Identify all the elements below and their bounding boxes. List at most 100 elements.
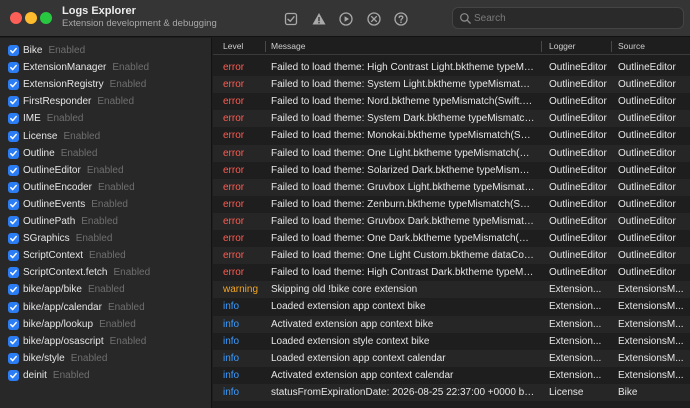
sidebar-logger-item[interactable]: bike/app/calendar Enabled [8,299,145,316]
sidebar-logger-item[interactable]: bike/app/bike Enabled [8,281,125,298]
table-row[interactable]: warning Skipping old !bike core extension… [213,281,690,299]
warning-icon[interactable] [311,11,327,27]
table-row[interactable]: info Loaded extension app context calenda… [213,349,690,367]
log-message: Failed to load theme: System Light.bkthe… [271,79,535,91]
table-row[interactable]: error Failed to load theme: One Light Cus… [213,247,690,265]
sidebar-logger-item[interactable]: ScriptContext Enabled [8,247,126,264]
log-message: Failed to load theme: One Light.bktheme … [271,147,535,159]
table-row[interactable]: info Loaded extension style context bike E… [213,333,690,350]
close-window-button[interactable] [10,12,22,24]
table-row[interactable]: info Activated extension app context bike… [213,315,690,333]
column-divider[interactable] [265,41,266,52]
sidebar-logger-item[interactable]: bike/style Enabled [8,350,107,367]
checkbox-icon[interactable] [8,267,19,279]
log-message: Failed to load theme: Gruvbox Dark.bkthe… [271,215,535,227]
checkbox-icon[interactable] [8,301,19,313]
column-header-logger[interactable]: Logger [549,38,575,55]
log-logger: OutlineEditor [549,198,607,210]
checkbox-icon[interactable] [8,45,19,56]
title-bar: Logs Explorer Extension development & de… [0,0,690,37]
log-source: ExtensionsM... [618,369,684,381]
table-row[interactable]: error Failed to load theme: High Contrast… [213,59,690,76]
table-row[interactable]: error Failed to load theme: Nord.bktheme … [213,93,690,110]
sidebar-logger-item[interactable]: Bike Enabled [8,42,85,59]
sidebar-logger-item[interactable]: deinit Enabled [8,367,90,384]
checkbox-icon[interactable] [8,181,19,193]
table-row[interactable]: error Failed to load theme: One Light.bkt… [213,144,690,162]
table-row[interactable]: error Failed to load theme: Gruvbox Light… [213,178,690,196]
checkbox-icon[interactable] [8,113,19,125]
log-level: info [223,318,240,330]
checkbox-icon[interactable] [8,96,19,108]
table-row[interactable]: error Failed to load theme: System Dark.b… [213,110,690,128]
sidebar-logger-item[interactable]: IME Enabled [8,110,83,127]
sidebar-logger-item[interactable]: bike/app/osascript Enabled [8,333,146,350]
log-logger: OutlineEditor [549,215,607,227]
column-divider[interactable] [611,41,612,52]
checkbox-icon[interactable] [8,130,19,142]
log-source: OutlineEditor [618,164,676,176]
logger-name: IME [23,113,41,125]
sidebar-logger-item[interactable]: ScriptContext.fetch Enabled [8,264,150,281]
sidebar-logger-item[interactable]: OutlineEvents Enabled [8,196,128,213]
table-row[interactable]: info Loaded extension app context bike Ext… [213,298,690,315]
checkbox-icon[interactable] [8,233,19,245]
checkbox-icon[interactable] [8,284,19,296]
checkbox-icon[interactable] [8,369,19,381]
table-row[interactable]: info statusFromExpirationDate: 2026-08-25… [213,383,690,401]
log-source: OutlineEditor [618,130,676,142]
sidebar-logger-item[interactable]: bike/app/lookup Enabled [8,316,136,333]
column-header-message[interactable]: Message [271,38,306,55]
table-row[interactable]: error Failed to load theme: Solarized Dar… [213,162,690,179]
logger-state: Enabled [89,250,126,262]
checkbox-icon[interactable] [8,164,19,176]
zoom-window-button[interactable] [40,12,52,24]
clear-icon[interactable] [366,11,382,27]
log-level: error [223,181,245,193]
table-row[interactable]: error Failed to load theme: Monokai.bkthe… [213,127,690,144]
logger-name: License [23,130,58,142]
sidebar-logger-item[interactable]: ExtensionRegistry Enabled [8,76,146,93]
window-subtitle: Extension development & debugging [62,18,217,29]
checkbox-icon[interactable] [283,11,299,27]
checkbox-icon[interactable] [8,318,19,330]
table-row[interactable]: error Failed to load theme: Zenburn.bkthe… [213,196,690,213]
checkbox-icon[interactable] [8,62,19,74]
checkbox-icon[interactable] [8,250,19,262]
column-header-source[interactable]: Source [618,38,645,55]
checkbox-icon[interactable] [8,198,19,210]
logger-state: Enabled [91,198,128,210]
sidebar-logger-item[interactable]: License Enabled [8,128,100,145]
sidebar-logger-item[interactable]: OutlinePath Enabled [8,213,118,230]
log-level: error [223,113,245,125]
column-header-level[interactable]: Level [223,38,243,55]
checkbox-icon[interactable] [8,352,19,364]
logger-name: OutlineEvents [23,198,86,210]
logger-name: OutlineEditor [23,164,81,176]
table-row[interactable]: error Failed to load theme: System Light.… [213,76,690,94]
log-message: Failed to load theme: Nord.bktheme typeM… [271,96,535,108]
table-row[interactable]: error Failed to load theme: One Dark.bkth… [213,230,690,247]
sidebar-logger-item[interactable]: OutlineEditor Enabled [8,162,124,179]
sidebar-logger-item[interactable]: ExtensionManager Enabled [8,59,149,76]
table-row[interactable]: error Failed to load theme: Gruvbox Dark.… [213,212,690,230]
play-icon[interactable] [338,11,354,27]
help-icon[interactable] [393,11,409,27]
checkbox-icon[interactable] [8,147,19,159]
log-source: ExtensionsM... [618,318,684,330]
sidebar-logger-item[interactable]: Outline Enabled [8,145,97,162]
log-logger: OutlineEditor [549,181,607,193]
log-message: Failed to load theme: Monokai.bktheme ty… [271,130,535,142]
search-field[interactable] [452,7,684,29]
table-row[interactable]: info Activated extension app context cale… [213,367,690,384]
sidebar-logger-item[interactable]: FirstResponder Enabled [8,93,134,110]
checkbox-icon[interactable] [8,216,19,227]
sidebar-logger-item[interactable]: OutlineEncoder Enabled [8,179,135,196]
sidebar-logger-item[interactable]: SGraphics Enabled [8,230,112,247]
table-row[interactable]: error Failed to load theme: High Contrast… [213,264,690,281]
minimize-window-button[interactable] [25,12,37,24]
search-input[interactable] [474,10,674,26]
column-divider[interactable] [541,41,542,52]
checkbox-icon[interactable] [8,79,19,91]
checkbox-icon[interactable] [8,335,19,347]
